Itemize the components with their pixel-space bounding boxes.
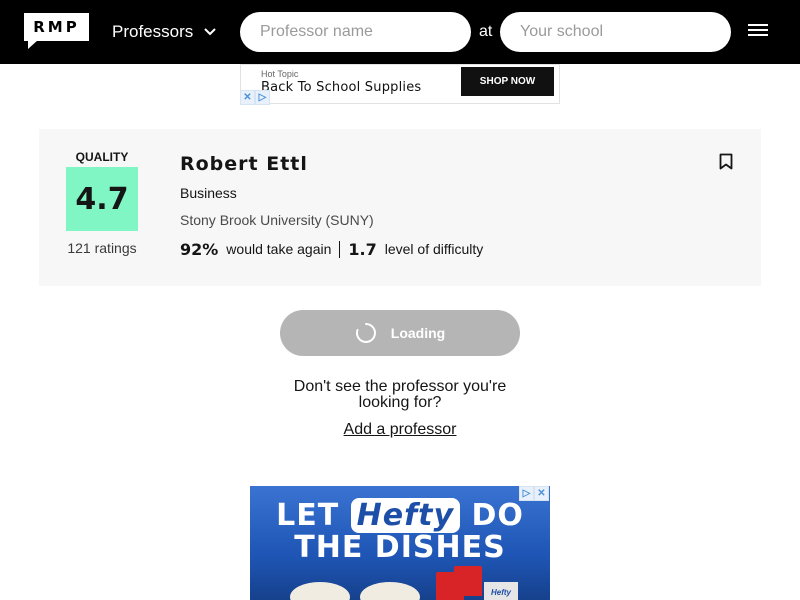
hefty-brand-logo: Hefty <box>350 498 461 533</box>
menu-line <box>748 34 768 36</box>
difficulty-value: 1.7 <box>348 239 377 259</box>
menu-line <box>748 24 768 26</box>
professor-school: Stony Brook University (SUNY) <box>180 212 374 228</box>
add-professor-link[interactable]: Add a professor <box>0 421 800 439</box>
search-type-dropdown[interactable]: Professors <box>112 19 217 45</box>
ad-brand: Hot Topic <box>261 69 299 79</box>
ratings-count: 121 ratings <box>67 240 137 256</box>
loading-label: Loading <box>390 325 446 341</box>
at-label: at <box>479 23 493 40</box>
ad-line1: LET Hefty DO <box>250 498 550 533</box>
difficulty-label: level of difficulty <box>384 241 484 257</box>
ad-word-do: DO <box>471 498 524 533</box>
close-icon[interactable]: ✕ <box>240 90 255 105</box>
stat-divider <box>339 240 341 258</box>
bookmark-icon[interactable] <box>719 153 733 170</box>
quality-score: 4.7 <box>66 167 138 231</box>
professor-search-input[interactable] <box>240 12 471 52</box>
not-found-message: Don't see the professor you're looking f… <box>270 379 530 411</box>
professor-stats: 92% would take again 1.7 level of diffic… <box>180 239 484 259</box>
not-found-line2: looking for? <box>358 394 442 411</box>
ad-word-let: LET <box>276 498 340 533</box>
would-take-again-value: 92% <box>180 239 219 259</box>
rmp-logo[interactable]: RMP <box>24 13 89 49</box>
professor-department: Business <box>180 185 237 201</box>
logo-speech-tail <box>28 40 38 49</box>
ad-choices-bottom[interactable]: ▷ ✕ <box>519 486 549 501</box>
ad-choices-top[interactable]: ✕ ▷ <box>240 90 270 105</box>
close-icon[interactable]: ✕ <box>534 486 549 501</box>
would-take-again-label: would take again <box>226 241 332 257</box>
quality-label: QUALITY <box>75 150 129 164</box>
chevron-down-icon <box>203 25 217 39</box>
ad-line2: THE DISHES <box>294 530 506 565</box>
top-banner-ad[interactable]: Hot Topic Back To School Supplies SHOP N… <box>240 64 560 104</box>
professor-name[interactable]: Robert Ettl <box>180 153 308 175</box>
loading-button[interactable]: Loading <box>280 310 520 356</box>
red-cup-image <box>454 566 482 596</box>
logo-text: RMP <box>33 18 80 36</box>
professor-card[interactable]: QUALITY 4.7 121 ratings Robert Ettl Busi… <box>39 129 761 286</box>
ad-headline: Back To School Supplies <box>261 80 422 95</box>
school-search-input[interactable] <box>500 12 731 52</box>
bottom-banner-ad[interactable]: LET Hefty DO THE DISHES Hefty <box>250 486 550 600</box>
shop-now-button[interactable]: SHOP NOW <box>461 67 554 96</box>
search-type-label: Professors <box>112 22 194 41</box>
product-package: Hefty <box>484 582 518 600</box>
hamburger-menu-icon[interactable] <box>748 24 768 40</box>
top-nav-bar: RMP Professors at <box>0 0 800 64</box>
menu-line <box>748 29 768 31</box>
adchoices-icon[interactable]: ▷ <box>255 90 270 105</box>
logo-box: RMP <box>24 13 89 41</box>
adchoices-icon[interactable]: ▷ <box>519 486 534 501</box>
not-found-line1: Don't see the professor you're <box>293 378 507 395</box>
loading-spinner-icon <box>355 322 377 344</box>
